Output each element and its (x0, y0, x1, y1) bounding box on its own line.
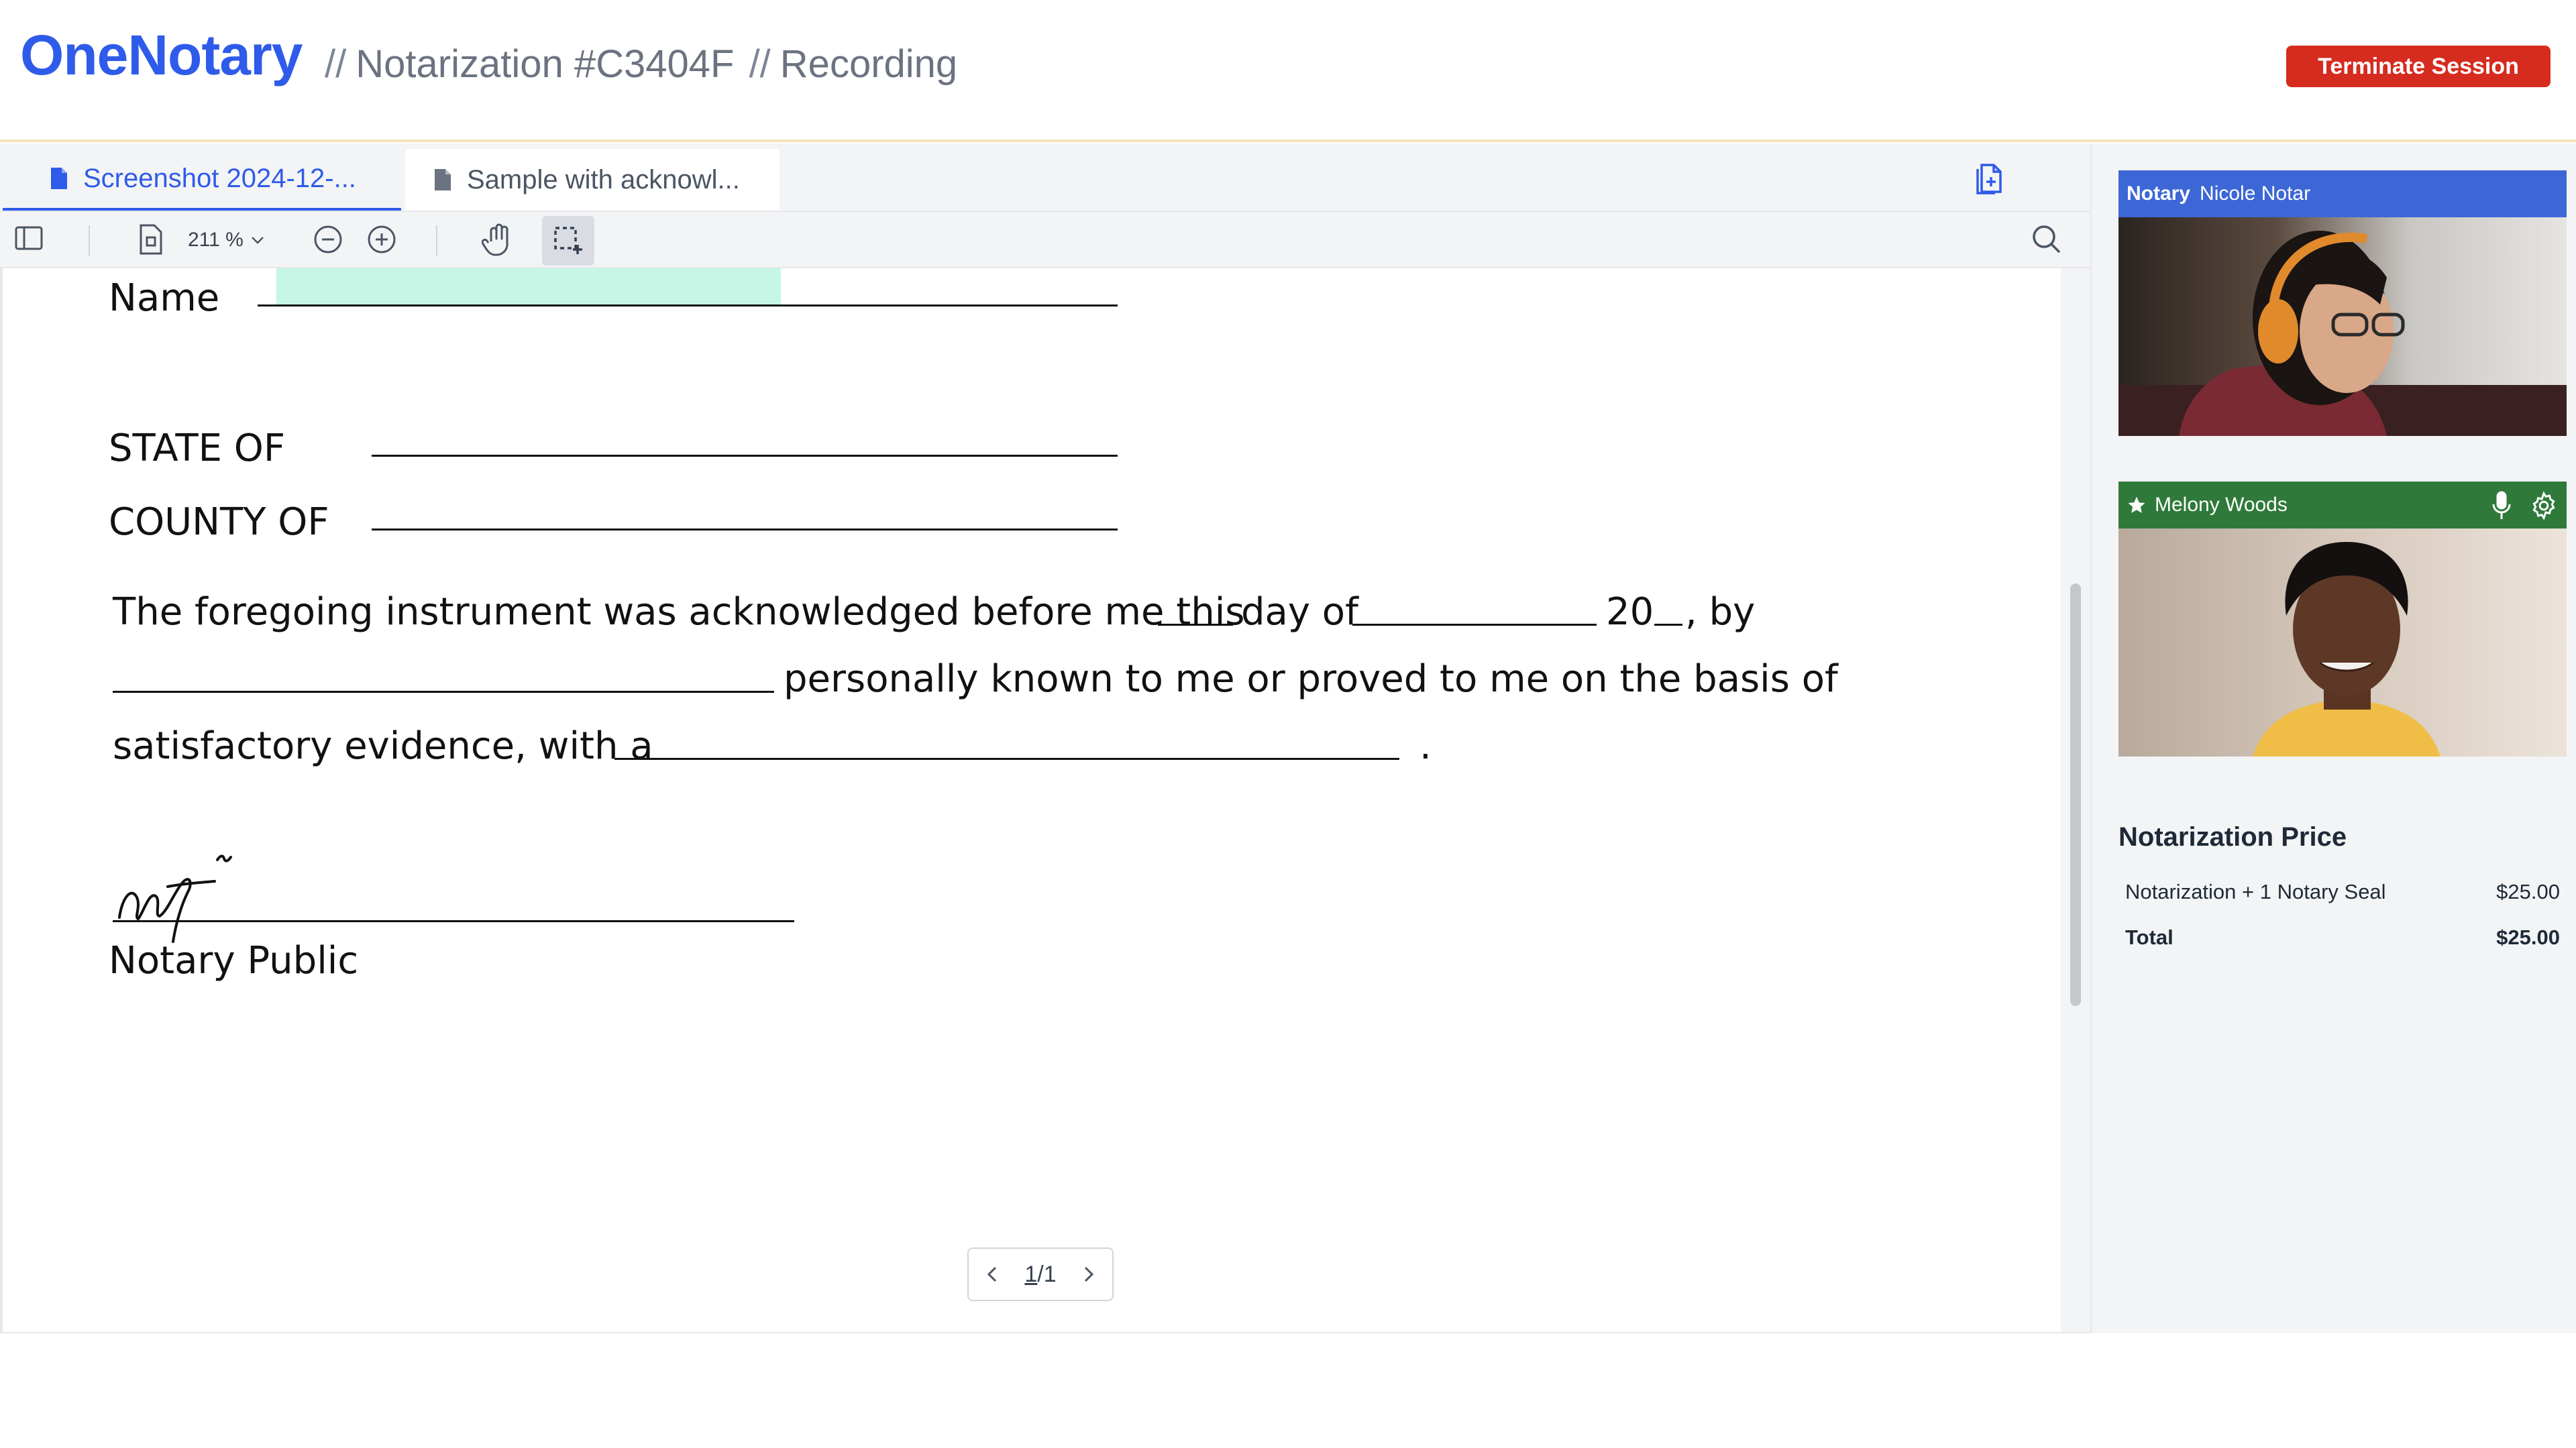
breadcrumb: //Notarization #C3404F //Recording (321, 42, 957, 87)
sidebar-toggle-icon[interactable] (13, 223, 44, 257)
chevron-right-icon[interactable] (1081, 1264, 1096, 1284)
breadcrumb-separator: // (325, 42, 347, 86)
document-viewport[interactable]: Name STATE OF COUNTY OF The foregoing in… (0, 268, 2061, 1333)
acknowledgment-text-3: satisfactory evidence, with a (113, 724, 653, 768)
zoom-in-icon[interactable] (365, 223, 398, 260)
price-row: Notarization + 1 Notary Seal $25.00 (2125, 880, 2560, 904)
price-total-row: Total $25.00 (2125, 926, 2560, 950)
tab-screenshot[interactable]: Screenshot 2024-12-... (3, 149, 401, 211)
breadcrumb-recording: Recording (780, 42, 958, 86)
zoom-select[interactable]: 211 % (188, 220, 265, 260)
chevron-down-icon (251, 237, 264, 244)
zoom-level: 211 % (188, 229, 244, 251)
signer-video-header: Melony Woods (2118, 482, 2567, 528)
gear-icon[interactable] (2529, 491, 2559, 520)
day-line (1158, 624, 1233, 626)
microphone-icon[interactable] (2491, 491, 2512, 520)
document-page: Name STATE OF COUNTY OF The foregoing in… (3, 268, 2061, 1333)
participant-role: Notary (2127, 182, 2191, 205)
scrollbar-thumb[interactable] (2070, 583, 2081, 1006)
notary-video-card: Notary Nicole Notar (2118, 170, 2567, 436)
session-panel: Notary Nicole Notar Melony Woods Notariz… (2090, 144, 2576, 1333)
toolbar-divider (436, 225, 437, 256)
notary-video-feed[interactable] (2118, 217, 2567, 436)
name-field-highlight[interactable] (276, 268, 781, 304)
select-area-tool[interactable] (542, 216, 594, 266)
signer-controls (2491, 491, 2559, 520)
county-line (372, 528, 1118, 531)
signer-line (113, 691, 774, 693)
document-icon (51, 168, 67, 189)
participant-name: Nicole Notar (2200, 182, 2311, 205)
app-header: OneNotary //Notarization #C3404F //Recor… (0, 0, 2576, 142)
star-icon (2128, 496, 2145, 513)
zoom-out-icon[interactable] (311, 223, 345, 260)
total-pages: 1 (1043, 1261, 1057, 1287)
search-icon[interactable] (2030, 223, 2063, 260)
select-area-icon (554, 227, 582, 254)
signer-video-card: Melony Woods (2118, 482, 2567, 757)
acknowledgment-period: . (1419, 724, 1432, 768)
notary-public-label: Notary Public (109, 939, 359, 983)
acknowledgment-text-2: personally known to me or proved to me o… (784, 657, 1838, 701)
page-indicator[interactable]: 1/1 (1024, 1262, 1056, 1288)
acknowledgment-year-prefix: 20 (1606, 590, 1654, 634)
signer-video-feed[interactable] (2118, 528, 2567, 757)
viewer-bottom-border (0, 1332, 2090, 1333)
participant-name: Melony Woods (2155, 494, 2288, 516)
evidence-line (614, 758, 1399, 760)
state-line (372, 455, 1118, 457)
state-label: STATE OF (109, 427, 286, 470)
month-line (1352, 624, 1597, 626)
toolbar-divider (89, 225, 90, 256)
breadcrumb-notarization: Notarization #C3404F (356, 42, 735, 86)
brand-logo[interactable]: OneNotary (20, 23, 303, 88)
page-fit-icon[interactable] (136, 223, 166, 260)
tab-sample-acknowledgment[interactable]: Sample with acknowl... (405, 149, 780, 211)
notary-video-header: Notary Nicole Notar (2118, 170, 2567, 217)
page-separator: / (1037, 1261, 1044, 1287)
price-row-label: Notarization + 1 Notary Seal (2125, 880, 2386, 903)
price-total-amount: $25.00 (2496, 926, 2560, 949)
acknowledgment-by: , by (1685, 590, 1756, 634)
name-label: Name (109, 276, 220, 320)
document-scrollbar[interactable] (2061, 268, 2090, 1333)
price-title: Notarization Price (2118, 822, 2347, 852)
price-row-amount: $25.00 (2496, 880, 2560, 903)
notary-signature-line (113, 920, 794, 922)
signer-video-image (2253, 542, 2440, 757)
acknowledgment-day-of: day of (1241, 590, 1358, 634)
county-label: COUNTY OF (109, 500, 329, 544)
notary-video-image (2118, 231, 2567, 436)
chevron-left-icon[interactable] (985, 1264, 1000, 1284)
hand-tool-icon[interactable] (481, 223, 517, 262)
name-line (258, 304, 1118, 307)
current-page[interactable]: 1 (1024, 1262, 1037, 1287)
page-navigator: 1/1 (967, 1247, 1114, 1301)
document-icon (435, 169, 451, 190)
tab-label: Sample with acknowl... (467, 164, 740, 194)
pdf-toolbar: 211 % (0, 211, 2090, 268)
breadcrumb-separator: // (749, 42, 771, 86)
acknowledgment-text-1: The foregoing instrument was acknowledge… (113, 590, 1245, 634)
add-document-icon[interactable] (1972, 160, 2006, 201)
terminate-session-button[interactable]: Terminate Session (2286, 46, 2551, 87)
year-line (1654, 624, 1682, 626)
document-tabs: Screenshot 2024-12-... Sample with ackno… (0, 144, 2090, 211)
price-total-label: Total (2125, 926, 2174, 949)
tab-label: Screenshot 2024-12-... (83, 163, 356, 193)
